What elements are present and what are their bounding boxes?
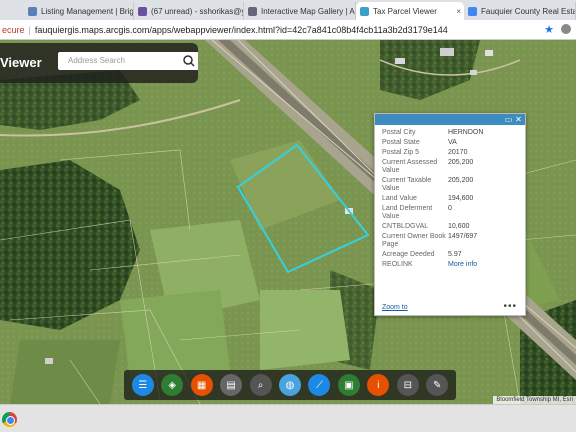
svg-text:·: · — [90, 211, 91, 216]
document-icon — [28, 6, 37, 16]
print-icon[interactable]: ▣ — [337, 374, 360, 396]
field-label: Postal Zip 5 — [382, 149, 419, 156]
close-icon[interactable]: × — [456, 7, 461, 16]
field-label: REOLINK — [382, 261, 413, 268]
svg-text:·: · — [40, 186, 41, 191]
field-label: Current Taxable Value — [382, 177, 432, 192]
field-value: HERNDON — [448, 129, 484, 136]
field-row: CNTBLDGVAL 10,600 — [382, 223, 522, 231]
basemap-gallery-icon[interactable]: ▦ — [190, 374, 213, 396]
address-bar[interactable]: ecure | fauquiergis.maps.arcgis.com/apps… — [0, 20, 576, 40]
tab-label: Tax Parcel Viewer — [373, 6, 437, 16]
field-label: Land Value — [382, 195, 417, 202]
map-attribution: Bloomfield Township MI, Esri — [493, 396, 576, 404]
tab-listing-management[interactable]: Listing Management | Brig × — [24, 2, 134, 20]
tab-mail[interactable]: (67 unread) - sshorikas@y × — [134, 2, 244, 20]
field-row: Postal Zip 5 20170 — [382, 149, 522, 157]
draw-icon[interactable]: ✎ — [426, 374, 449, 396]
extension-icon[interactable] — [561, 24, 571, 34]
more-info-link[interactable]: More info — [448, 261, 477, 269]
chrome-icon[interactable] — [2, 412, 17, 427]
list-icon[interactable]: ☰ — [131, 374, 154, 396]
bookmark-star-icon[interactable]: ★ — [544, 23, 554, 36]
popup-fields: Postal City HERNDON Postal State VA Postal… — [382, 129, 522, 271]
attribute-table-icon[interactable]: ▤ — [220, 374, 243, 396]
svg-text:·: · — [200, 176, 201, 181]
field-row: Postal City HERNDON — [382, 129, 522, 137]
field-value: VA — [448, 139, 457, 146]
field-row: Postal State VA — [382, 139, 522, 147]
close-icon[interactable]: ✕ — [514, 115, 523, 124]
field-value: 194,600 — [448, 195, 474, 202]
field-label: Current Assessed Value — [382, 159, 438, 174]
tab-map-gallery[interactable]: Interactive Map Gallery | A × — [244, 2, 356, 20]
field-value: 20170 — [448, 149, 468, 156]
field-row: Current Taxable Value 205,200 — [382, 177, 522, 193]
os-taskbar — [0, 404, 576, 432]
security-label: ecure — [2, 24, 25, 35]
svg-text:·: · — [300, 201, 301, 206]
address-search[interactable]: Address Search — [58, 52, 198, 70]
field-value: 0 — [448, 205, 452, 212]
search-input[interactable]: Address Search — [68, 56, 125, 65]
browser-tab-strip: Listing Management | Brig × (67 unread) … — [0, 0, 576, 20]
popup-header: ▭ ✕ — [375, 114, 525, 125]
field-row: REOLINK More info — [382, 261, 522, 269]
globe-icon — [248, 6, 257, 16]
scalebar-icon[interactable]: ⊟ — [396, 374, 419, 396]
app-title: Viewer — [0, 55, 42, 70]
field-row: Acreage Deeded 5.97 — [382, 251, 522, 259]
tab-label: Listing Management | Brig — [41, 6, 134, 16]
globe-icon[interactable]: ◍ — [278, 374, 301, 396]
field-row: Land Value 194,600 — [382, 195, 522, 203]
widget-toolbar: ☰ ◈ ▦ ▤ ⌕ ◍ ⟋ ▣ i ⊟ ✎ — [124, 370, 456, 400]
field-label: Postal City — [382, 129, 416, 136]
url-text[interactable]: fauquiergis.maps.arcgis.com/apps/webappv… — [35, 25, 448, 35]
search-icon — [183, 55, 195, 67]
tab-label: (67 unread) - sshorikas@y — [151, 6, 244, 16]
layers-icon[interactable]: ◈ — [161, 374, 184, 396]
tab-label: Interactive Map Gallery | A — [261, 6, 355, 16]
tab-fauquier-real-estate[interactable]: Fauquier County Real Esta × — [464, 2, 576, 20]
field-label: Acreage Deeded — [382, 251, 435, 258]
field-label: Land Deferment Value — [382, 205, 433, 220]
query-icon[interactable]: ⌕ — [249, 374, 272, 396]
tab-tax-parcel-viewer[interactable]: Tax Parcel Viewer × — [356, 2, 464, 20]
google-icon — [468, 6, 477, 16]
field-value: 5.97 — [448, 251, 462, 258]
search-button[interactable] — [180, 52, 198, 70]
field-value: 205,200 — [448, 177, 474, 184]
zoom-to-link[interactable]: Zoom to — [382, 304, 408, 311]
field-value: 1497/697 — [448, 233, 478, 240]
field-label: Current Owner Book Page — [382, 233, 446, 248]
maximize-icon[interactable]: ▭ — [504, 115, 513, 124]
measure-icon[interactable]: ⟋ — [308, 374, 331, 396]
more-actions-icon[interactable]: ••• — [503, 301, 517, 312]
mail-icon — [138, 6, 147, 16]
info-icon[interactable]: i — [367, 374, 390, 396]
field-row: Land Deferment Value 0 — [382, 205, 522, 221]
field-value: 205,200 — [448, 159, 474, 166]
tab-label: Fauquier County Real Esta — [481, 6, 576, 16]
svg-text:·: · — [150, 276, 151, 281]
field-label: CNTBLDGVAL — [382, 223, 429, 230]
divider: | — [28, 24, 31, 35]
field-row: Current Assessed Value 205,200 — [382, 159, 522, 175]
field-value: 10,600 — [448, 223, 470, 230]
feature-popup: ▭ ✕ Postal City HERNDON Postal State VA Po… — [374, 113, 526, 316]
map-icon — [360, 6, 369, 16]
field-label: Postal State — [382, 139, 420, 146]
field-row: Current Owner Book Page 1497/697 — [382, 233, 522, 249]
